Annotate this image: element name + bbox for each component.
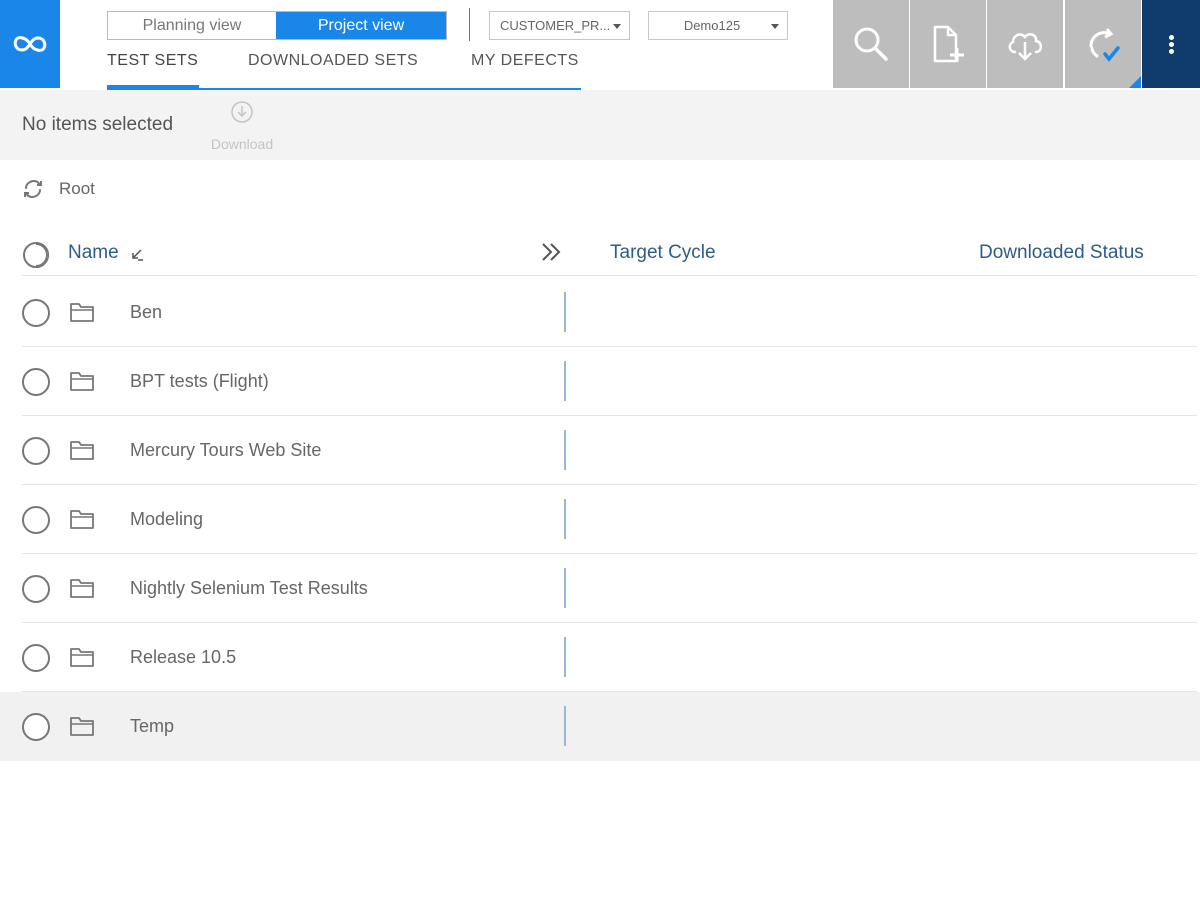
column-resize-handle[interactable]	[564, 361, 566, 401]
table-row[interactable]: Release 10.5	[0, 623, 1200, 692]
column-downloaded-status-header[interactable]: Downloaded Status	[979, 242, 1144, 264]
domain-select[interactable]: Demo125	[648, 11, 788, 40]
folder-icon	[69, 300, 95, 329]
column-resize-handle[interactable]	[564, 637, 566, 677]
planning-view-button[interactable]: Planning view	[108, 12, 276, 39]
column-target-cycle-header[interactable]: Target Cycle	[610, 242, 716, 264]
chevron-down-icon	[771, 24, 779, 29]
cloud-download-icon	[1008, 32, 1043, 61]
column-resize-handle[interactable]	[564, 706, 566, 746]
chevron-down-icon	[613, 24, 621, 29]
app-header: Planning view Project view CUSTOMER_PR..…	[0, 0, 1200, 90]
folder-icon	[69, 645, 95, 674]
row-select-radio[interactable]	[22, 644, 50, 672]
search-icon	[854, 27, 888, 61]
column-resize-handle[interactable]	[564, 292, 566, 332]
row-select-radio[interactable]	[22, 713, 50, 741]
project-view-button[interactable]: Project view	[276, 12, 446, 39]
view-toggle: Planning view Project view	[107, 11, 447, 40]
project-select[interactable]: CUSTOMER_PR...	[489, 11, 630, 40]
table-row[interactable]: Nightly Selenium Test Results	[0, 554, 1200, 623]
main-tabs: TEST SETS DOWNLOADED SETS MY DEFECTS	[107, 50, 581, 90]
row-name: Ben	[130, 302, 163, 322]
table-row[interactable]: Ben	[0, 278, 1200, 347]
row-select-radio[interactable]	[22, 506, 50, 534]
corner-indicator	[1129, 76, 1141, 88]
search-button[interactable]	[833, 0, 909, 88]
sort-icon[interactable]	[130, 247, 144, 261]
select-all-toggle[interactable]	[21, 240, 51, 270]
row-name: Temp	[130, 716, 175, 736]
folder-icon	[69, 438, 95, 467]
tab-test-sets[interactable]: TEST SETS	[107, 50, 198, 88]
app-logo[interactable]	[0, 0, 60, 88]
new-test-button[interactable]	[910, 0, 986, 88]
project-select-value: CUSTOMER_PR...	[500, 18, 611, 33]
sync-button[interactable]	[1065, 0, 1141, 88]
download-label: Download	[210, 136, 274, 152]
folder-icon	[69, 369, 95, 398]
header-divider	[22, 275, 1197, 276]
table-row[interactable]: Mercury Tours Web Site	[0, 416, 1200, 485]
more-menu-button[interactable]	[1142, 0, 1200, 88]
folder-icon	[69, 576, 95, 605]
column-resize-handle[interactable]	[564, 430, 566, 470]
selection-status: No items selected	[22, 114, 174, 135]
row-name: Nightly Selenium Test Results	[130, 578, 368, 598]
tab-downloaded-sets[interactable]: DOWNLOADED SETS	[248, 50, 418, 88]
tab-my-defects[interactable]: MY DEFECTS	[471, 50, 579, 88]
breadcrumb-root[interactable]: Root	[59, 179, 95, 199]
selection-toolbar: No items selected	[0, 90, 1200, 160]
row-select-radio[interactable]	[22, 575, 50, 603]
column-resize-handle[interactable]	[564, 568, 566, 608]
folder-icon	[69, 714, 95, 743]
download-icon	[231, 101, 253, 123]
domain-select-value: Demo125	[683, 18, 741, 33]
infinity-logo-icon	[13, 36, 47, 52]
header-separator	[469, 8, 470, 41]
column-resize-handle[interactable]	[564, 499, 566, 539]
more-vertical-icon	[1168, 33, 1174, 56]
column-name-header[interactable]: Name	[68, 242, 119, 264]
new-document-icon	[933, 25, 964, 63]
table-header: Name Target Cycle Downloaded Status	[0, 232, 1200, 278]
table-row[interactable]: Temp	[0, 692, 1200, 761]
table-row[interactable]: BPT tests (Flight)	[0, 347, 1200, 416]
expand-columns-icon[interactable]	[540, 242, 562, 262]
active-tab-indicator	[107, 85, 199, 88]
download-button[interactable]: Download	[204, 100, 280, 154]
row-name: Mercury Tours Web Site	[130, 440, 322, 460]
sync-icon	[1089, 28, 1120, 62]
row-select-radio[interactable]	[22, 437, 50, 465]
breadcrumb: Root	[22, 178, 95, 200]
refresh-icon[interactable]	[22, 178, 44, 200]
table-row[interactable]: Modeling	[0, 485, 1200, 554]
cloud-download-button[interactable]	[987, 0, 1063, 88]
row-select-radio[interactable]	[22, 299, 50, 327]
row-name: Modeling	[130, 509, 204, 529]
folder-icon	[69, 507, 95, 536]
row-name: BPT tests (Flight)	[130, 371, 269, 391]
row-name: Release 10.5	[130, 647, 237, 667]
row-select-radio[interactable]	[22, 368, 50, 396]
